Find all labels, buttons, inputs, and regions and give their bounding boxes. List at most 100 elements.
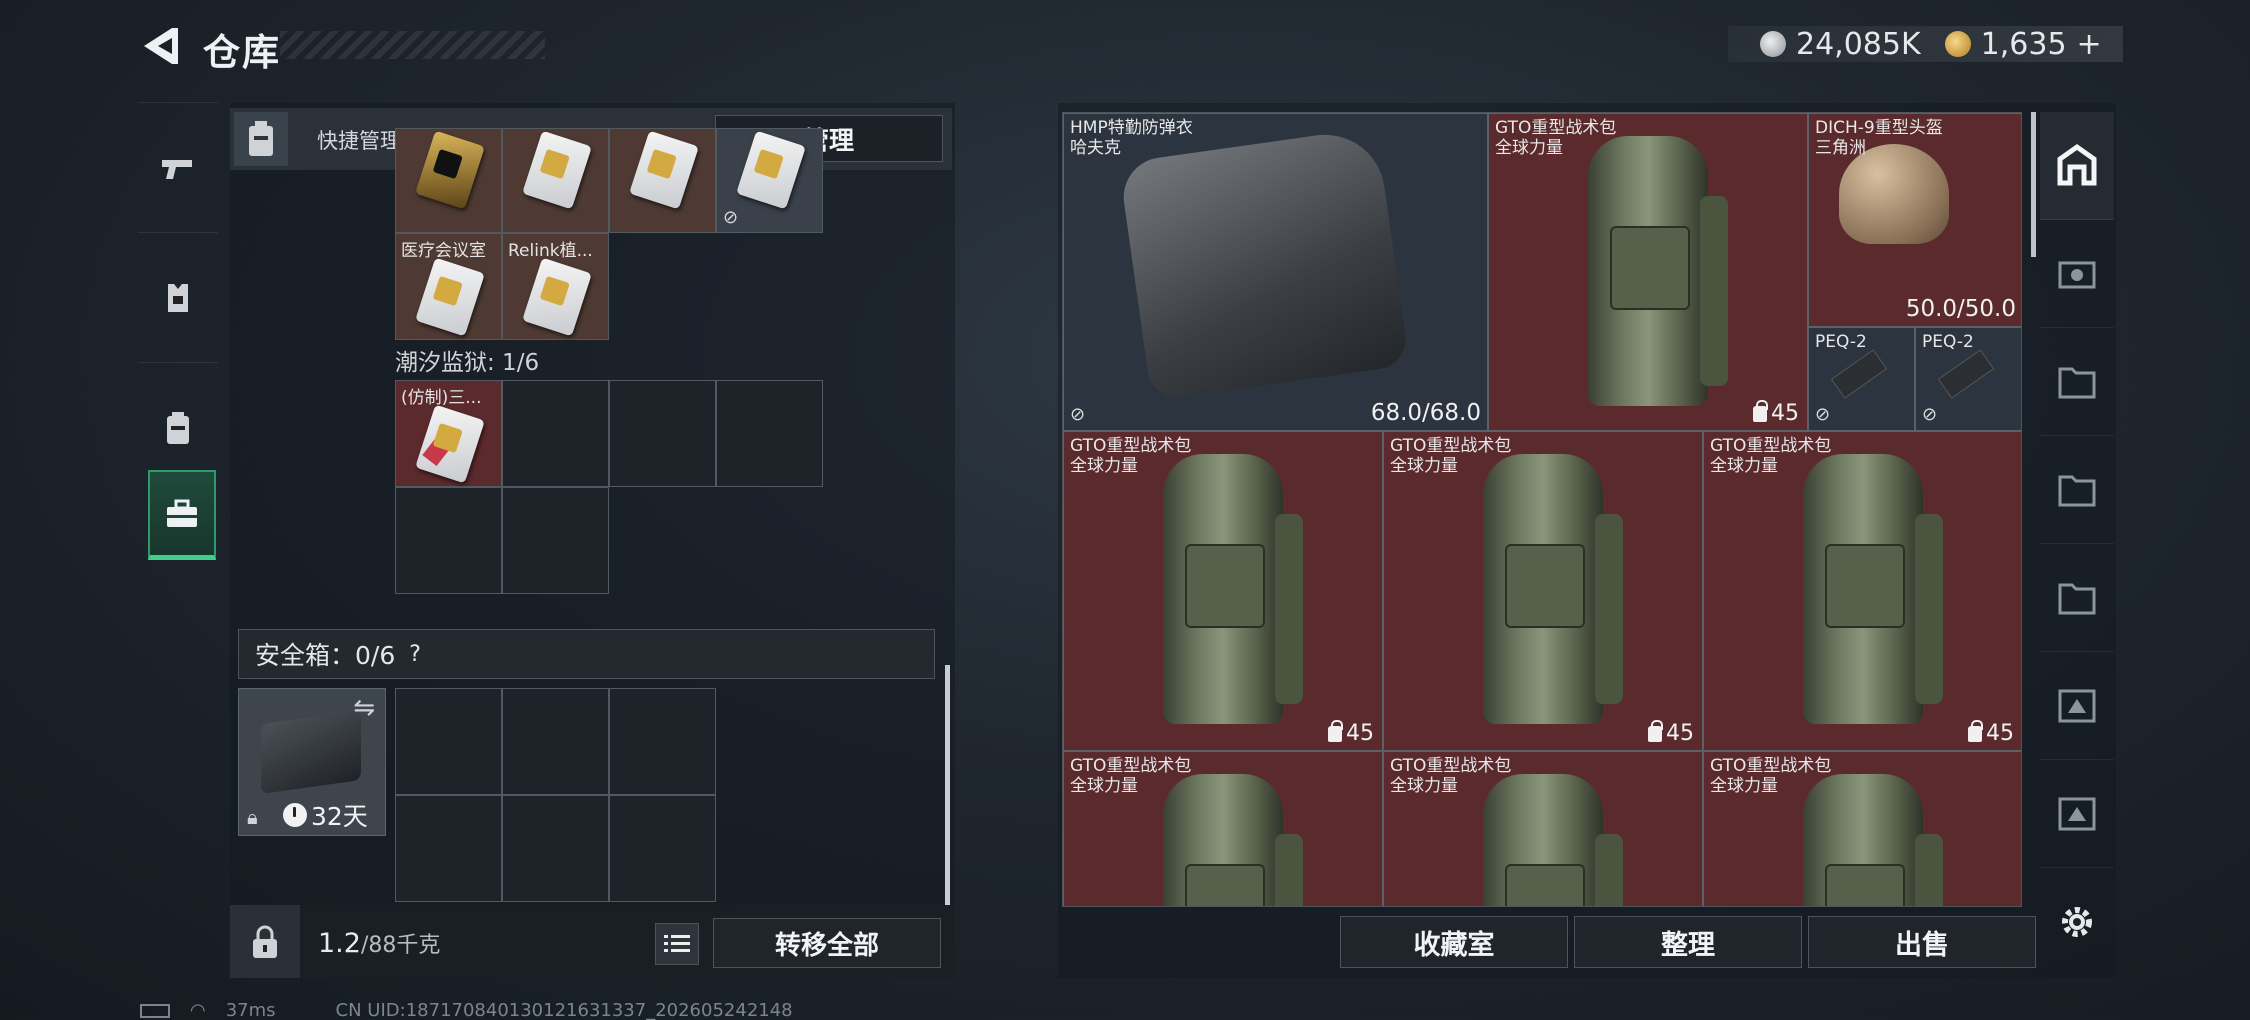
safe-box-label: 安全箱：0/6: [255, 641, 396, 670]
left-scrollbar[interactable]: [945, 665, 950, 905]
empty-keycard-slot[interactable]: [502, 487, 609, 594]
page-title: 仓库: [203, 31, 281, 74]
safe-slot[interactable]: [609, 795, 716, 902]
laser-image: [1937, 349, 1995, 399]
nav-storage-3[interactable]: [2040, 544, 2114, 652]
storage-4-icon: [2058, 689, 2096, 722]
stash-scrollbar[interactable]: [2031, 112, 2036, 257]
stash-grid: HMP特勤防弹衣 哈夫克 ⊘ 68.0/68.0 GTO重型战术包 全球力量 45 …: [1062, 112, 2022, 907]
carry-weight: 1.2/88千克: [318, 927, 440, 959]
left-bottom-bar: 1.2/88千克 转移全部: [230, 905, 955, 978]
storage-1-icon: [2058, 367, 2096, 398]
capacity-value: 45: [1771, 401, 1799, 426]
safe-slot[interactable]: [502, 688, 609, 795]
gold-coin-icon: [1944, 31, 1971, 57]
unlinked-icon: ⊘: [1922, 404, 1938, 425]
stash-item-backpack[interactable]: GTO重型战术包 全球力量: [1703, 751, 2021, 906]
nav-weapons[interactable]: [138, 102, 218, 232]
nav-collection[interactable]: [2040, 220, 2114, 328]
item-name-text: GTO重型战术包: [1710, 436, 1832, 456]
keycard-slot[interactable]: [609, 128, 716, 233]
keycard-slot[interactable]: [502, 128, 609, 233]
stash-item-backpack[interactable]: GTO重型战术包 全球力量 45: [1063, 431, 1383, 751]
storage-5-icon: [2058, 797, 2096, 830]
item-name: HMP特勤防弹衣 哈夫克: [1070, 118, 1193, 158]
empty-keycard-slot[interactable]: [609, 380, 716, 487]
status-bar: ◠ 37ms CN UID:18717084013012​1631337_202…: [140, 1000, 793, 1020]
nav-storage-5[interactable]: [2040, 760, 2114, 868]
item-name: GTO重型战术包 全球力量: [1070, 436, 1191, 476]
left-category-nav: [138, 102, 218, 672]
help-icon[interactable]: ?: [409, 642, 421, 667]
collection-room-button[interactable]: 收藏室: [1340, 916, 1568, 968]
keycard-slot[interactable]: (仿制)三...: [395, 380, 502, 487]
keycard-icon: [415, 257, 485, 337]
keycard-slot[interactable]: Relink植...: [502, 233, 609, 340]
nav-storage-4[interactable]: [2040, 652, 2114, 760]
back-arrow-icon[interactable]: [138, 24, 182, 68]
storage-3-icon: [2058, 583, 2096, 614]
transfer-all-button[interactable]: 转移全部: [713, 918, 941, 968]
stash-item-backpack[interactable]: GTO重型战术包 全球力量 45: [1488, 113, 1808, 431]
stash-item-backpack[interactable]: GTO重型战术包 全球力量 45: [1383, 431, 1703, 751]
settings-button[interactable]: [2040, 868, 2114, 976]
nav-storage-1[interactable]: [2040, 328, 2114, 436]
item-name: GTO重型战术包 全球力量: [1070, 756, 1191, 796]
backpack-image: [1588, 136, 1728, 406]
stash-item-backpack[interactable]: GTO重型战术包 全球力量: [1063, 751, 1383, 906]
list-view-button[interactable]: [655, 923, 699, 965]
nav-stash-main[interactable]: [2040, 112, 2114, 220]
helmet-image: [1839, 144, 1949, 244]
safe-slot[interactable]: [395, 688, 502, 795]
item-name: GTO重型战术包 全球力量: [1495, 118, 1616, 158]
sell-button[interactable]: 出售: [1808, 916, 2036, 968]
silver-amount: 24,085K: [1796, 26, 1921, 62]
keycard-slot[interactable]: 医疗会议室: [395, 233, 502, 340]
empty-keycard-slot[interactable]: [716, 380, 823, 487]
item-brand: 全球力量: [1390, 456, 1458, 476]
swap-icon[interactable]: ⇋: [353, 693, 375, 723]
keycard-slot[interactable]: ⊘: [716, 128, 823, 233]
stash-item-backpack[interactable]: GTO重型战术包 全球力量 45: [1703, 431, 2021, 751]
nav-armor[interactable]: [138, 232, 218, 362]
stash-item-backpack[interactable]: GTO重型战术包 全球力量: [1383, 751, 1703, 906]
item-capacity: 45: [1753, 399, 1799, 426]
add-currency-button[interactable]: +: [2077, 27, 2102, 62]
clock-icon: [283, 803, 307, 827]
item-durability: 50.0/50.0: [1905, 296, 2016, 322]
unlinked-icon: ⊘: [1070, 404, 1086, 425]
list-icon: [664, 935, 690, 952]
item-name-text: HMP特勤防弹衣: [1070, 118, 1193, 138]
unlinked-icon: ⊘: [1815, 404, 1831, 425]
nav-storage-2[interactable]: [2040, 436, 2114, 544]
stash-item-armor[interactable]: HMP特勤防弹衣 哈夫克 ⊘ 68.0/68.0: [1063, 113, 1488, 431]
empty-keycard-slot[interactable]: [395, 487, 502, 594]
safe-slot[interactable]: [395, 795, 502, 902]
backpack-image: [1163, 454, 1303, 724]
stash-item-helmet[interactable]: DICH-9重型头盔 三角洲 50.0/50.0: [1808, 113, 2021, 327]
item-name: GTO重型战术包 全球力量: [1710, 436, 1831, 476]
stash-item-laser[interactable]: PEQ-2 ⊘: [1915, 327, 2021, 431]
wifi-icon: ◠: [190, 1000, 206, 1020]
keycard-slot[interactable]: [395, 128, 502, 233]
keycard-icon: [522, 257, 592, 337]
safe-slot[interactable]: [502, 795, 609, 902]
capacity-icon: [1648, 719, 1663, 742]
nav-toolbox[interactable]: [148, 470, 216, 560]
padlock-icon: [253, 925, 277, 958]
item-name: GTO重型战术包 全球力量: [1390, 436, 1511, 476]
empty-keycard-slot[interactable]: [502, 380, 609, 487]
item-name: PEQ-2: [1922, 332, 1974, 352]
item-name: DICH-9重型头盔 三角洲: [1815, 118, 1943, 158]
safe-case-image: [261, 709, 361, 795]
safe-box-slot[interactable]: ⇋ 🔒︎ 32天: [238, 688, 386, 836]
stash-item-laser[interactable]: PEQ-2 ⊘: [1808, 327, 1915, 431]
currency-bar: 24,085K 1,635 +: [1728, 26, 2123, 62]
item-name-text: GTO重型战术包: [1495, 118, 1617, 138]
capacity-value: 45: [1986, 721, 2014, 746]
vest-image: [1118, 127, 1410, 401]
safe-slot[interactable]: [609, 688, 716, 795]
lock-button[interactable]: [230, 905, 300, 978]
silver-coin-icon: [1760, 31, 1786, 57]
sort-button[interactable]: 整理: [1574, 916, 1802, 968]
